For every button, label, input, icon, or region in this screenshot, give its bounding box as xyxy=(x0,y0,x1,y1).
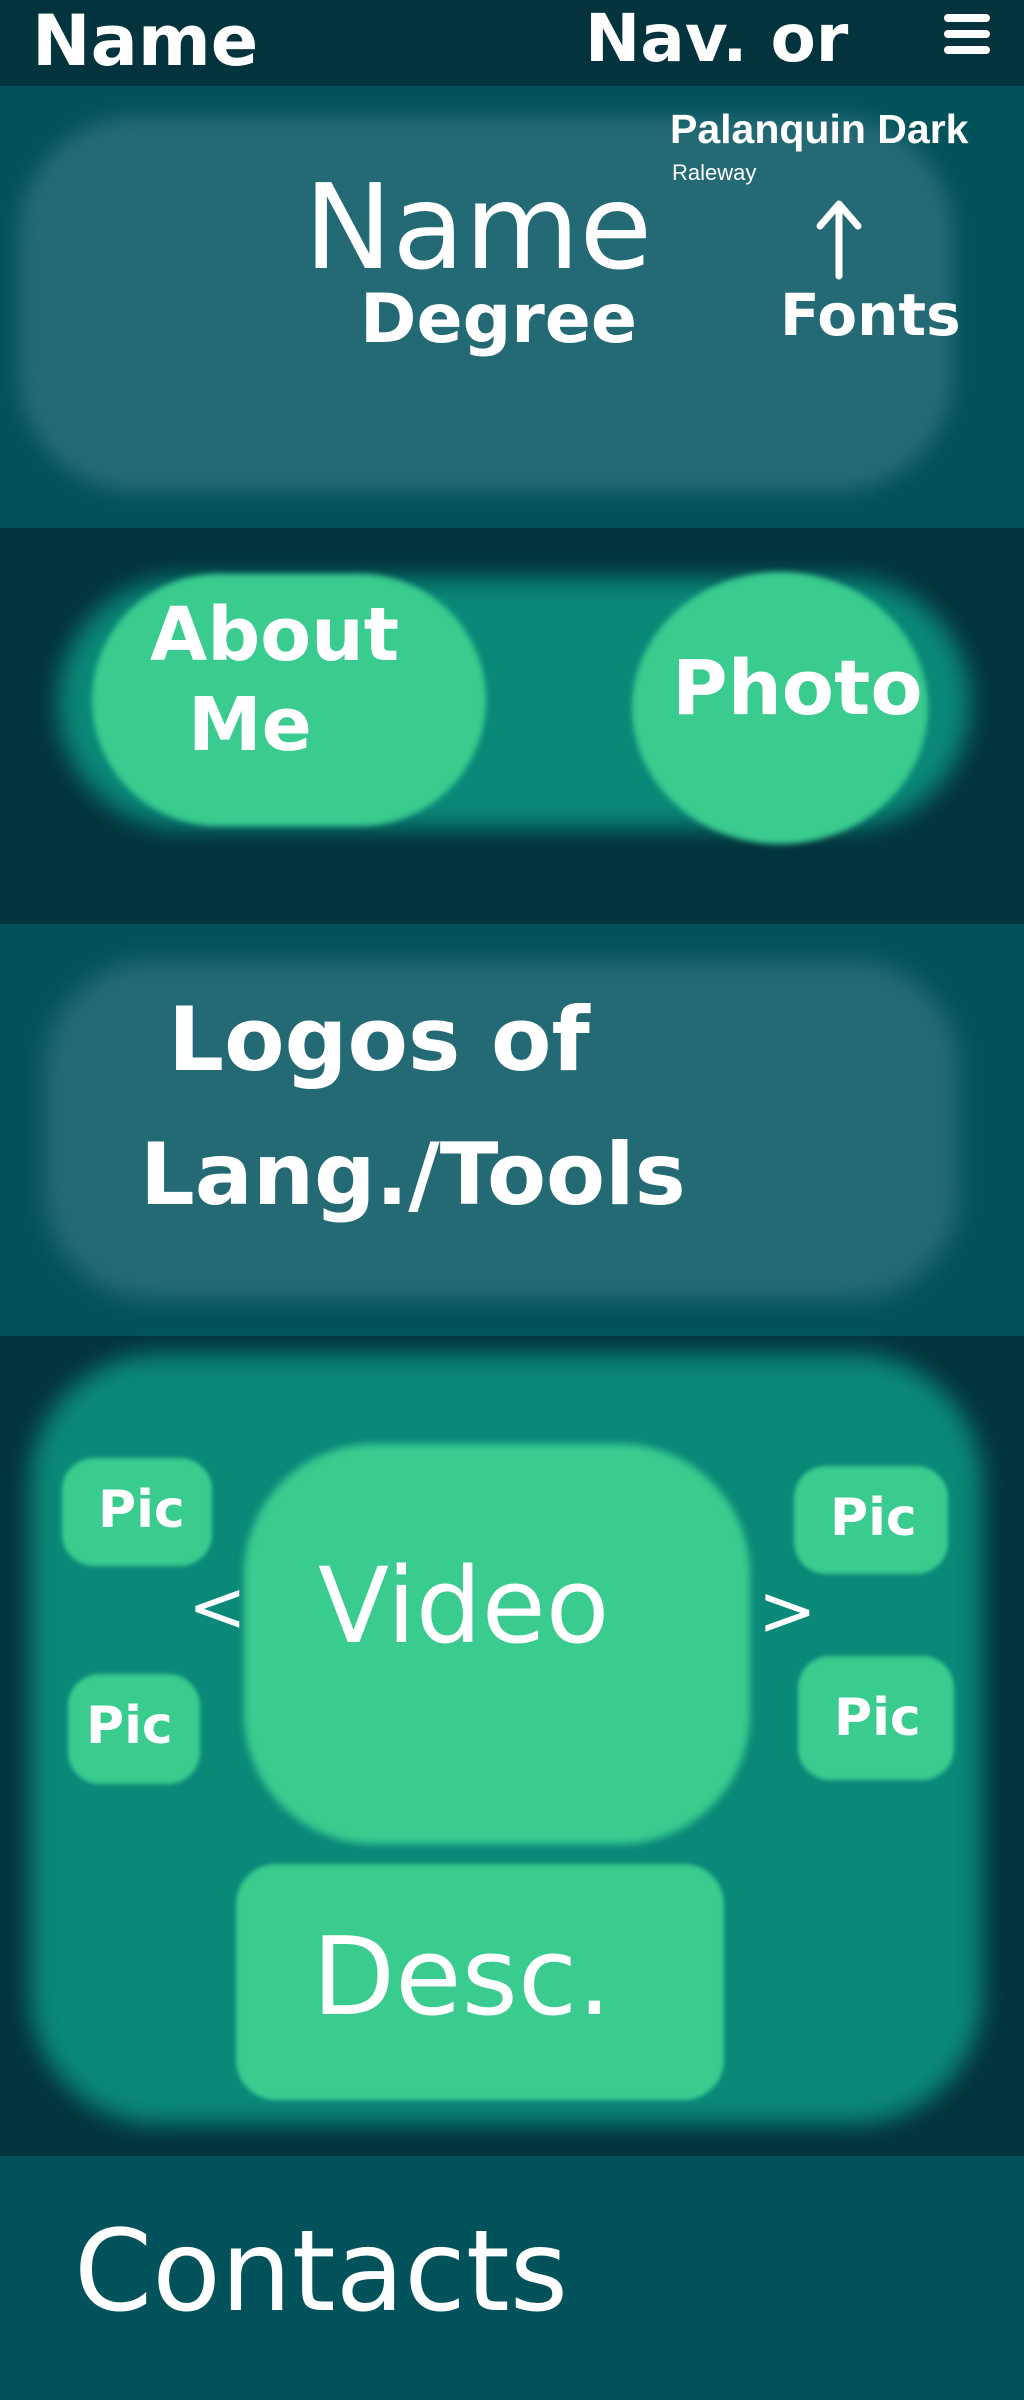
pic-label: Pic xyxy=(98,1480,185,1540)
fonts-annotation: Fonts xyxy=(780,281,961,349)
carousel-next-button[interactable]: > xyxy=(758,1576,817,1646)
hamburger-menu-icon[interactable] xyxy=(944,14,990,56)
about-me-label-line2: Me xyxy=(188,682,312,768)
pic-label: Pic xyxy=(834,1688,921,1748)
hero-name: Name xyxy=(304,158,653,296)
font-sample-secondary: Raleway xyxy=(672,160,757,185)
font-sample-primary: Palanquin Dark xyxy=(670,106,969,152)
hero-degree: Degree xyxy=(360,280,638,359)
contacts-section: Contacts xyxy=(0,2156,1024,2400)
pic-label: Pic xyxy=(830,1488,917,1548)
brand-name[interactable]: Name xyxy=(32,6,258,76)
nav-label[interactable]: Nav. or xyxy=(585,6,848,72)
contacts-label[interactable]: Contacts xyxy=(74,2216,568,2328)
carousel-prev-button[interactable]: < xyxy=(188,1572,247,1642)
skills-label-line2: Lang./Tools xyxy=(140,1125,686,1225)
description-label: Desc. xyxy=(312,1915,612,2040)
nav-bar: Name Nav. or xyxy=(0,0,1024,86)
pic-label: Pic xyxy=(86,1696,173,1756)
video-label: Video xyxy=(318,1545,610,1667)
skills-section: Logos of Lang./Tools xyxy=(0,924,1024,1336)
up-arrow-icon xyxy=(816,200,862,280)
hero-section: Name Degree Palanquin Dark Raleway Fonts xyxy=(0,86,1024,528)
projects-section: Pic Pic Pic Pic Video < > Desc. xyxy=(0,1336,1024,2156)
photo-label: Photo xyxy=(672,643,923,732)
about-me-label-line1: About xyxy=(150,592,400,678)
about-section: About Me Photo xyxy=(0,528,1024,924)
skills-label-line1: Logos of xyxy=(168,988,590,1091)
